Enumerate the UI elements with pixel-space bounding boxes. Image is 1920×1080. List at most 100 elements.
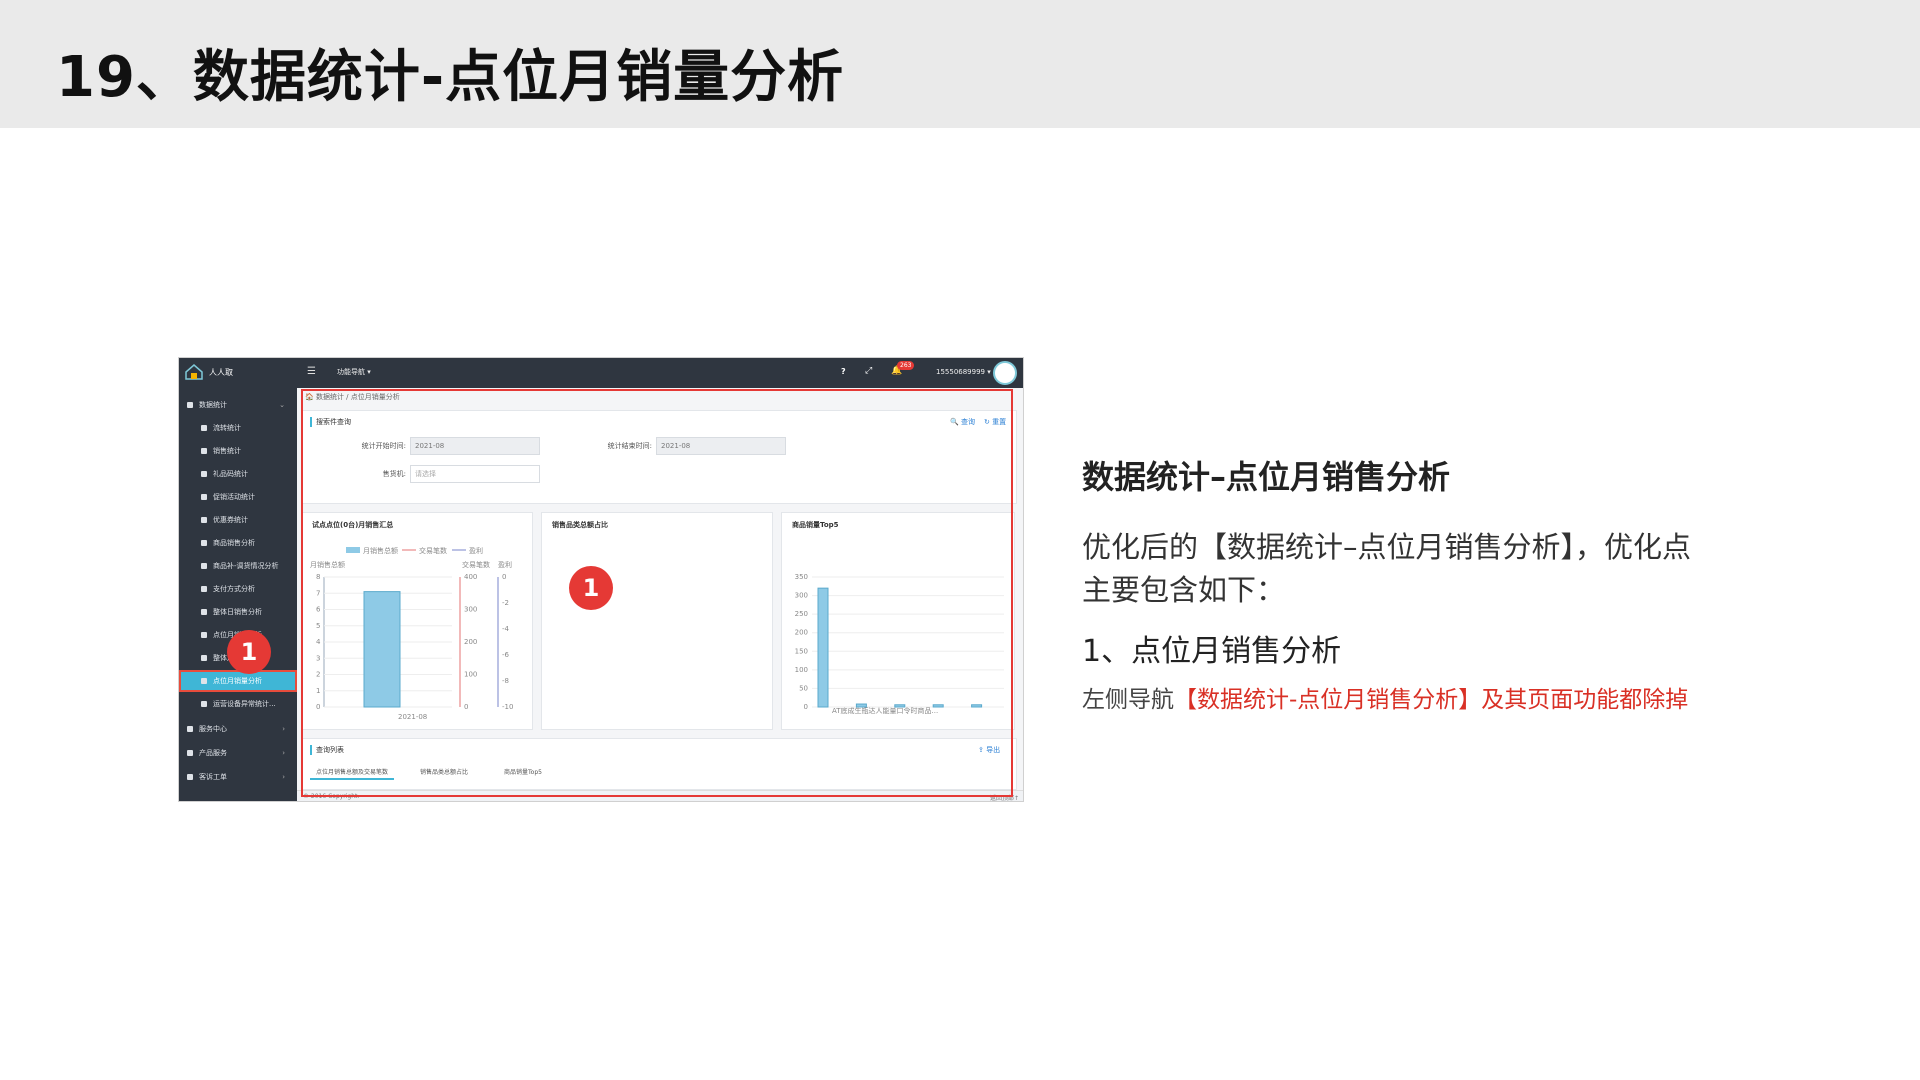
y3-tick-label: 0 [502, 573, 506, 581]
slide-title: 19、数据统计-点位月销量分析 [56, 45, 845, 110]
y2-axis-label: 交易笔数 [462, 560, 490, 569]
step-badge: 1 [569, 566, 613, 610]
y2-tick-label: 400 [464, 573, 477, 581]
monthly-summary-chart: 月销售总额 交易笔数 盈利 月销售总额 交易笔数 盈利 2021-08 0 1 2 3… [310, 546, 513, 721]
chart-title: 销售品类总额占比 [552, 521, 608, 529]
sidebar-item[interactable]: 运营设备异常统计... [179, 693, 297, 715]
y3-tick-label: -8 [502, 677, 509, 685]
sidebar-item[interactable]: 销售统计 [179, 440, 297, 462]
y2-tick-label: 300 [464, 606, 477, 614]
sidebar-item-product[interactable]: 产品服务 › [179, 742, 297, 764]
y3-axis-label: 盈利 [498, 560, 512, 569]
footer: © 2016 Copyright. 返回顶部↑ [297, 790, 1023, 801]
end-time-input[interactable]: 2021-08 [656, 437, 786, 455]
end-time-label: 统计结束时间: [607, 442, 652, 450]
step-badge-sidebar: 1 [227, 630, 271, 674]
y2-tick-label: 200 [464, 638, 477, 646]
sidebar-item[interactable]: 流转统计 [179, 417, 297, 439]
sidebar-item[interactable]: 促销活动统计 [179, 486, 297, 508]
note-highlight: 【数据统计-点位月销售分析】及其页面功能都除掉 [1174, 687, 1689, 713]
tab-category[interactable]: 销售品类总额占比 [414, 765, 474, 778]
bar [894, 704, 906, 708]
sidebar-item[interactable]: 优惠券统计 [179, 509, 297, 531]
y-tick-label: 350 [795, 573, 808, 581]
search-panel: 搜索件查询 🔍 查询 ↻ 重置 统计开始时间: 2021-08 统计结束时间: … [301, 410, 1017, 504]
sidebar-item-complaint[interactable]: 客诉工单 › [179, 766, 297, 788]
x-tick-label: 2021-08 [398, 713, 427, 721]
y-tick-label: 200 [795, 629, 808, 637]
bar [817, 587, 829, 708]
y-tick-label: 0 [804, 703, 808, 711]
query-list-panel: 查询列表 ⇪ 导出 点位月销售总额及交易笔数 销售品类总额占比 商品销量Top5 [301, 738, 1017, 790]
y-tick-label: 3 [316, 654, 320, 662]
user-menu[interactable]: 15550689999 ▾ [936, 368, 991, 376]
y-tick-label: 100 [795, 666, 808, 674]
tab-monthly[interactable]: 点位月销售总额及交易笔数 [310, 765, 395, 780]
y3-tick-label: -6 [502, 651, 510, 659]
logo-icon [185, 364, 203, 380]
machine-label: 售货机: [382, 470, 406, 478]
query-button[interactable]: 🔍 查询 [950, 417, 975, 427]
description-body: 优化后的【数据统计–点位月销售分析】，优化点主要包含如下： [1082, 530, 1692, 607]
bar [971, 704, 983, 708]
y-tick-label: 7 [316, 589, 320, 597]
sidebar-item-data-stats[interactable]: 数据统计 ⌄ [179, 394, 297, 416]
legend-label: 盈利 [469, 546, 483, 555]
description-note: 左侧导航【数据统计-点位月销售分析】及其页面功能都除掉 [1082, 680, 1688, 714]
y3-tick-label: -4 [502, 625, 510, 633]
sidebar-item[interactable]: 商品销售分析 [179, 532, 297, 554]
app-name: 人人取 [209, 368, 233, 377]
machine-select[interactable]: 请选择 [410, 465, 540, 483]
chart-icon [187, 402, 193, 408]
y-tick-label: 0 [316, 703, 320, 711]
y-tick-label: 150 [795, 647, 808, 655]
main-content: 🏠 数据统计 / 点位月销量分析 搜索件查询 🔍 查询 ↻ 重置 统计开始时间:… [297, 388, 1023, 801]
note-prefix: 左侧导航 [1082, 687, 1174, 713]
legend-label: 月销售总额 [363, 546, 398, 555]
description-subheading: 1、点位月销售分析 [1082, 634, 1342, 669]
y2-tick-label: 100 [464, 671, 477, 679]
notification-badge: 263 [897, 361, 915, 370]
bar [932, 704, 944, 708]
sidebar: 数据统计 ⌄ 流转统计 销售统计 礼品码统计 促销活动统计 优惠券统计 商品销售分… [179, 388, 297, 801]
copyright: © 2016 Copyright. [303, 793, 360, 800]
sidebar-item[interactable]: 整体日销售分析 [179, 601, 297, 623]
back-to-top-link[interactable]: 返回顶部↑ [990, 793, 1019, 801]
y-tick-label: 8 [316, 573, 320, 581]
y-tick-label: 1 [316, 687, 320, 695]
top5-chart: AT底成生瓶达人能量​口令时商品... 05010015020025030035… [795, 573, 1004, 715]
function-nav-button[interactable]: 功能导航 ▾ [337, 367, 371, 377]
fullscreen-icon[interactable]: ⤢ [865, 366, 872, 376]
sidebar-item[interactable]: 商品补-调货情况分析 [179, 555, 297, 577]
sidebar-item-service[interactable]: 服务中心 › [179, 718, 297, 740]
bar [363, 591, 401, 708]
y-tick-label: 300 [795, 592, 808, 600]
legend-swatch-bar [346, 547, 360, 553]
slide-header: 19、数据统计-点位月销量分析 [0, 0, 1920, 128]
menu-toggle-icon[interactable]: ☰ [307, 366, 316, 377]
legend-label: 交易笔数 [419, 546, 447, 555]
breadcrumb: 🏠 数据统计 / 点位月销量分析 [305, 393, 400, 401]
bar [855, 703, 867, 708]
sidebar-item[interactable]: 礼品码统计 [179, 463, 297, 485]
help-icon[interactable]: ? [841, 367, 846, 376]
description-heading: 数据统计–点位月销售分析 [1082, 458, 1451, 496]
y-tick-label: 250 [795, 610, 808, 618]
y3-tick-label: -2 [502, 599, 509, 607]
sidebar-item[interactable]: 支付方式分析 [179, 578, 297, 600]
y-tick-label: 5 [316, 622, 320, 630]
start-time-input[interactable]: 2021-08 [410, 437, 540, 455]
sidebar-item-active[interactable]: 点位月销量分析 [179, 670, 297, 692]
chart-monthly-summary: 试点点位(0台)月销售汇总 月销售总额 交易笔数 盈利 月销售总额 交易笔数 盈… [301, 512, 533, 730]
y-tick-label: 6 [316, 606, 321, 614]
top-navbar: 人人取 ☰ 功能导航 ▾ ? ⤢ 🔔 263 15550689999 ▾ [179, 358, 1023, 388]
y-axis-label: 月销售总额 [310, 560, 345, 569]
export-button[interactable]: ⇪ 导出 [978, 745, 1000, 755]
chart-category-share: 销售品类总额占比 [541, 512, 773, 730]
tab-top5[interactable]: 商品销量Top5 [498, 765, 548, 778]
search-panel-title: 搜索件查询 [310, 417, 351, 427]
app-screenshot: 人人取 ☰ 功能导航 ▾ ? ⤢ 🔔 263 15550689999 ▾ 数据统… [178, 357, 1024, 802]
y-tick-label: 50 [799, 684, 808, 692]
avatar[interactable] [993, 361, 1017, 385]
reset-button[interactable]: ↻ 重置 [984, 417, 1006, 427]
